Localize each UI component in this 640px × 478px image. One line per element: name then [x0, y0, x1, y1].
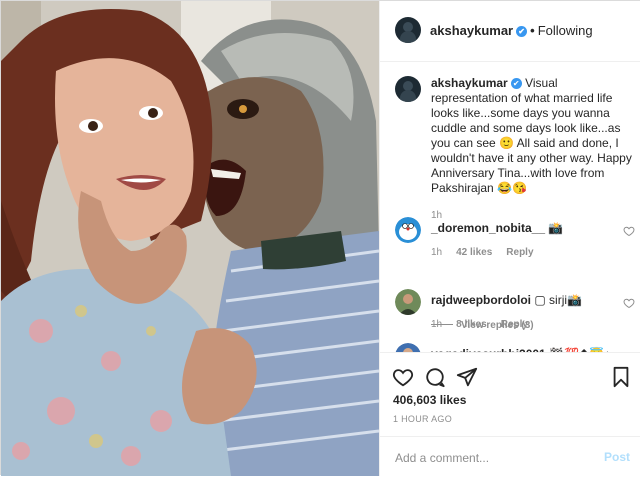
doraemon-avatar-icon — [395, 217, 421, 243]
comments-list[interactable]: akshaykumar ✔ Visual representation of wh… — [380, 62, 640, 352]
heart-icon[interactable] — [392, 366, 414, 388]
comment-body: 📸 — [548, 221, 564, 235]
author-username[interactable]: akshaykumar — [430, 23, 513, 38]
comment-likes[interactable]: 8 likes — [456, 319, 487, 330]
comment-text: _doremon_nobita__ 📸 — [431, 221, 563, 235]
caption-username[interactable]: akshaykumar — [431, 76, 508, 90]
bookmark-icon[interactable] — [610, 366, 632, 388]
post-header: akshaykumar ✔ • Following — [380, 1, 640, 62]
comment-time: 1h — [431, 247, 443, 258]
comment-like-heart-icon[interactable] — [623, 297, 635, 309]
person-avatar-icon — [395, 289, 421, 315]
post-photo[interactable] — [1, 1, 379, 476]
post-side-panel: akshaykumar ✔ • Following akshaykumar ✔ Visu… — [379, 1, 640, 476]
following-button[interactable]: Following — [538, 23, 593, 38]
post-container: akshaykumar ✔ • Following akshaykumar ✔ Visu… — [0, 0, 640, 476]
caption-body: Visual representation of what married li… — [431, 76, 632, 195]
likes-count[interactable]: 406,603 likes — [393, 393, 466, 407]
verified-badge-icon: ✔ — [516, 26, 528, 37]
commenter-avatar-vagadiya[interactable] — [395, 343, 421, 352]
commenter-avatar-rajdweep[interactable] — [395, 289, 421, 315]
comment-username[interactable]: rajdweepbordoloi — [431, 293, 531, 307]
caption-author-avatar[interactable] — [395, 76, 421, 102]
comment-username[interactable]: _doremon_nobita__ — [431, 221, 545, 235]
comment-time: 1h — [431, 319, 443, 330]
comment-body: ▢ sirji📸 — [534, 293, 582, 307]
comment-text: rajdweepbordoloi ▢ sirji📸 — [431, 293, 582, 307]
share-icon[interactable] — [456, 366, 478, 388]
commenter-avatar-doraemon[interactable] — [395, 217, 421, 243]
add-comment-input[interactable] — [393, 448, 587, 468]
post-timestamp: 1 HOUR AGO — [393, 414, 453, 424]
caption-text-block: akshaykumar ✔ Visual representation of wh… — [431, 76, 637, 223]
comment-meta: 1h 8 likes Reply — [431, 319, 542, 330]
author-avatar[interactable] — [395, 17, 421, 43]
caption-verified-badge-icon: ✔ — [510, 78, 522, 89]
person-avatar-icon — [395, 343, 421, 352]
separator-dot: • — [530, 23, 535, 38]
photo-illustration — [1, 1, 379, 476]
comment-icon[interactable] — [424, 366, 446, 388]
post-actions: 406,603 likes 1 HOUR AGO Post — [380, 352, 640, 477]
comment-likes[interactable]: 42 likes — [456, 247, 492, 258]
header-author: akshaykumar ✔ • Following — [430, 23, 593, 38]
post-comment-button[interactable]: Post — [604, 450, 630, 464]
add-comment-bar: Post — [380, 436, 640, 478]
comment-reply-button[interactable]: Reply — [506, 247, 533, 258]
comment-meta: 1h 42 likes Reply — [431, 247, 548, 258]
comment-like-heart-icon[interactable] — [623, 225, 635, 237]
comment-reply-button[interactable]: Reply — [501, 319, 528, 330]
